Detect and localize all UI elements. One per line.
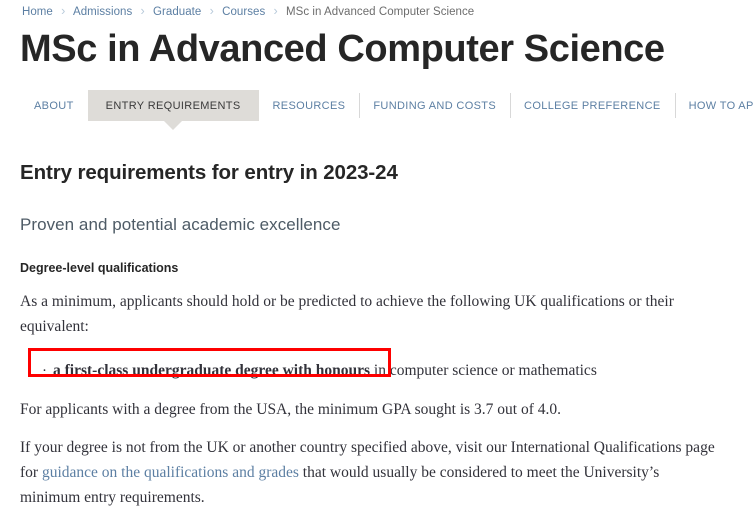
- tab-college-preference[interactable]: COLLEGE PREFERENCE: [510, 90, 675, 121]
- breadcrumb-item-home[interactable]: Home: [22, 6, 53, 18]
- minimum-qualifications-paragraph: As a minimum, applicants should hold or …: [20, 293, 674, 335]
- tab-label: RESOURCES: [272, 99, 346, 112]
- breadcrumb-item-courses[interactable]: Courses: [222, 6, 265, 18]
- tab-label: ENTRY REQUIREMENTS: [105, 99, 241, 112]
- breadcrumb-separator: ›: [209, 4, 214, 18]
- tab-label: FUNDING AND COSTS: [373, 99, 497, 112]
- tab-how-to-apply[interactable]: HOW TO APPLY: [674, 90, 753, 121]
- breadcrumb-item-admissions[interactable]: Admissions: [73, 6, 132, 18]
- requirement-rest-text: in computer science or mathematics: [370, 362, 597, 379]
- breadcrumb: Home › Admissions › Graduate › Courses ›…: [22, 4, 474, 19]
- course-section-tabs: ABOUT ENTRY REQUIREMENTS RESOURCES FUNDI…: [20, 90, 753, 130]
- tab-entry-requirements[interactable]: ENTRY REQUIREMENTS: [87, 90, 259, 130]
- requirement-bold-text: a first-class undergraduate degree with …: [53, 362, 371, 379]
- tab-about[interactable]: ABOUT: [20, 90, 88, 121]
- breadcrumb-item-graduate[interactable]: Graduate: [153, 6, 201, 18]
- tab-resources[interactable]: RESOURCES: [259, 90, 360, 121]
- tab-label: HOW TO APPLY: [688, 99, 753, 112]
- breadcrumb-separator: ›: [61, 4, 66, 18]
- international-qualifications-paragraph: If your degree is not from the UK or ano…: [20, 422, 720, 510]
- breadcrumb-separator: ›: [140, 4, 145, 18]
- entry-requirements-content: Entry requirements for entry in 2023-24 …: [20, 160, 720, 510]
- entry-requirements-heading: Entry requirements for entry in 2023-24: [20, 161, 398, 184]
- breadcrumb-item-current: MSc in Advanced Computer Science: [285, 6, 475, 18]
- bullet-marker-icon: ·: [42, 363, 47, 379]
- academic-excellence-subheading: Proven and potential academic excellence: [20, 215, 341, 234]
- tab-funding-and-costs[interactable]: FUNDING AND COSTS: [359, 90, 510, 121]
- usa-gpa-paragraph: For applicants with a degree from the US…: [20, 401, 562, 418]
- first-class-degree-requirement: · a first-class undergraduate degree with…: [20, 339, 720, 384]
- degree-level-qualifications-label: Degree-level qualifications: [20, 261, 179, 275]
- tab-label: COLLEGE PREFERENCE: [524, 99, 661, 112]
- tab-label: ABOUT: [34, 99, 74, 112]
- page-title: MSc in Advanced Computer Science: [20, 28, 665, 70]
- active-tab-arrow-icon: [164, 121, 183, 130]
- qualifications-guidance-link[interactable]: guidance on the qualifications and grade…: [42, 464, 299, 481]
- breadcrumb-separator: ›: [273, 4, 278, 18]
